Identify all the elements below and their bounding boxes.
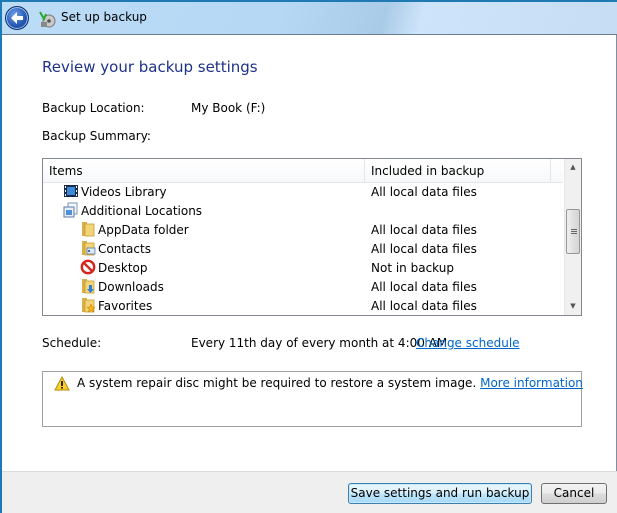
change-schedule-link[interactable]: Change schedule <box>416 336 520 350</box>
item-included: All local data files <box>371 299 477 313</box>
scrollbar-thumb[interactable] <box>566 209 580 254</box>
list-item[interactable]: Additional Locations <box>43 202 563 221</box>
backup-icon <box>39 11 56 28</box>
item-included: Not in backup <box>371 261 454 275</box>
item-included: All local data files <box>371 223 477 237</box>
item-name: Desktop <box>98 261 148 275</box>
list-item[interactable]: Videos Library All local data files <box>43 183 563 202</box>
backup-summary-list[interactable]: Items Included in backup Videos Library … <box>42 158 582 316</box>
column-header-items[interactable]: Items <box>43 159 365 183</box>
vertical-scrollbar[interactable]: ▲ ▼ <box>564 159 581 315</box>
list-item[interactable]: Downloads All local data files <box>43 278 563 297</box>
item-name: Downloads <box>98 280 164 294</box>
back-button[interactable] <box>5 6 29 30</box>
backup-location-label: Backup Location: <box>42 101 145 115</box>
title-bar: Set up backup <box>2 0 617 35</box>
scroll-down-arrow-icon[interactable]: ▼ <box>565 298 581 315</box>
item-included: All local data files <box>371 280 477 294</box>
warning-message: A system repair disc might be required t… <box>77 376 583 390</box>
cancel-button[interactable]: Cancel <box>541 483 607 504</box>
back-arrow-icon <box>11 12 23 24</box>
scroll-up-arrow-icon[interactable]: ▲ <box>565 159 581 176</box>
page-title: Review your backup settings <box>42 58 258 76</box>
backup-summary-label: Backup Summary: <box>42 129 151 143</box>
warning-box: A system repair disc might be required t… <box>42 371 583 427</box>
favorites-folder-icon <box>82 298 96 313</box>
more-information-link[interactable]: More information <box>480 376 583 390</box>
setup-backup-window: Set up backup Review your backup setting… <box>0 0 617 513</box>
list-item[interactable]: Desktop Not in backup <box>43 259 563 278</box>
item-name: AppData folder <box>98 223 189 237</box>
contacts-folder-icon <box>82 241 96 256</box>
list-header: Items Included in backup <box>43 159 563 183</box>
item-name: Contacts <box>98 242 151 256</box>
not-included-icon <box>80 259 96 275</box>
downloads-folder-icon <box>82 279 95 294</box>
item-name: Videos Library <box>81 185 167 199</box>
item-included: All local data files <box>371 185 477 199</box>
list-item[interactable]: Favorites All local data files <box>43 297 563 315</box>
item-name: Additional Locations <box>81 204 203 218</box>
backup-location-value: My Book (F:) <box>191 101 266 115</box>
schedule-label: Schedule: <box>42 336 102 350</box>
warning-text: A system repair disc might be required t… <box>77 376 477 390</box>
save-and-run-backup-button[interactable]: Save settings and run backup <box>348 483 532 504</box>
folder-icon <box>82 222 95 237</box>
button-bar: Save settings and run backup Cancel <box>2 471 617 513</box>
warning-icon <box>54 376 70 391</box>
column-header-included[interactable]: Included in backup <box>365 159 551 183</box>
item-name: Favorites <box>98 299 153 313</box>
list-item[interactable]: Contacts All local data files <box>43 240 563 259</box>
list-item[interactable]: AppData folder All local data files <box>43 221 563 240</box>
window-title: Set up backup <box>61 10 147 24</box>
schedule-value: Every 11th day of every month at 4:00 AM <box>191 336 448 350</box>
video-library-icon <box>64 185 78 197</box>
item-included: All local data files <box>371 242 477 256</box>
additional-locations-icon <box>63 202 78 218</box>
